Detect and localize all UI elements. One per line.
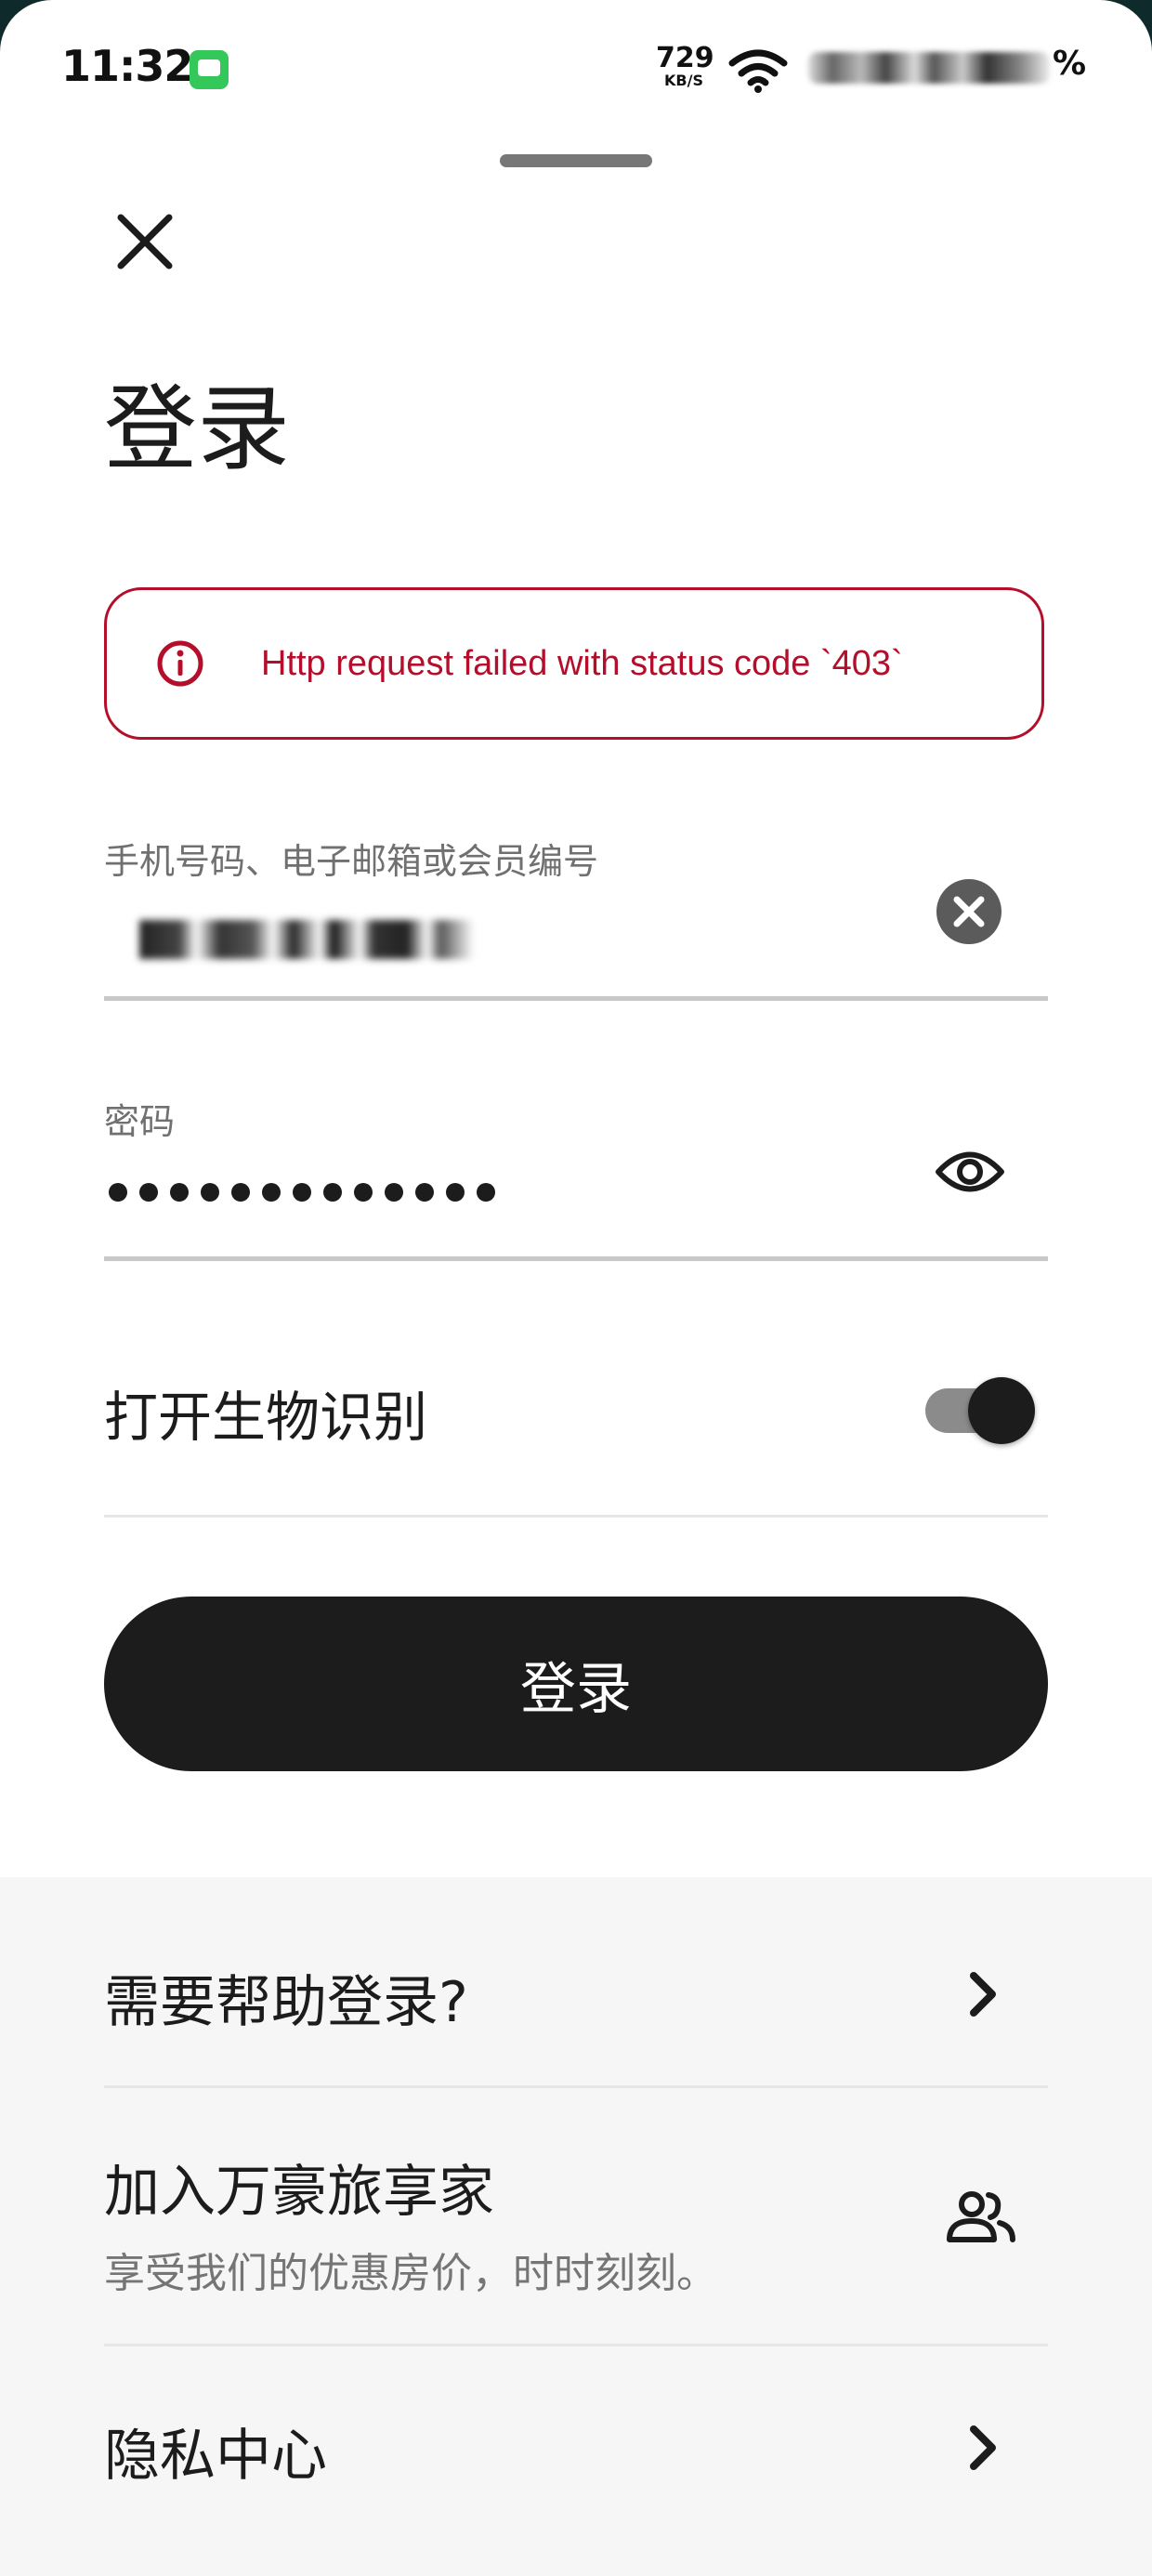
username-value-blurred[interactable] — [139, 920, 474, 959]
password-label: 密码 — [104, 1101, 176, 1142]
privacy-center-label: 隐私中心 — [104, 2424, 327, 2489]
eye-icon — [936, 1151, 1004, 1192]
wifi-icon — [728, 49, 788, 93]
battery-percent-sign: % — [1053, 45, 1087, 83]
status-time: 11:32 — [61, 41, 193, 91]
clear-icon — [936, 879, 1001, 944]
network-speed: 729 KB/S — [656, 42, 714, 89]
chevron-right-icon — [970, 1972, 996, 2017]
network-speed-value: 729 — [656, 42, 714, 74]
links-divider — [104, 2344, 1048, 2346]
close-icon — [117, 214, 173, 269]
username-underline — [104, 996, 1048, 1001]
chevron-right-icon — [970, 2425, 996, 2470]
page-title: 登录 — [104, 375, 290, 483]
clear-username-button[interactable] — [935, 877, 1003, 946]
username-label: 手机号码、电子邮箱或会员编号 — [104, 841, 599, 882]
join-bonvoy-subtitle: 享受我们的优惠房价，时时刻刻。 — [104, 2250, 717, 2297]
password-underline — [104, 1256, 1048, 1261]
status-bar: 11:32 729 KB/S % — [0, 0, 1152, 139]
biometric-toggle[interactable] — [925, 1377, 1039, 1448]
people-icon — [947, 2191, 1015, 2242]
links-divider — [104, 2085, 1048, 2088]
network-speed-unit: KB/S — [664, 72, 703, 89]
sheet-drag-handle[interactable] — [500, 154, 652, 167]
login-screen: 11:32 729 KB/S % 登录 Http request failed … — [0, 0, 1152, 2576]
error-message: Http request failed with status code `40… — [261, 644, 903, 683]
toggle-thumb — [968, 1377, 1035, 1444]
info-icon — [157, 640, 203, 687]
biometric-divider — [104, 1515, 1048, 1518]
biometric-label: 打开生物识别 — [104, 1386, 428, 1449]
password-input[interactable] — [108, 1167, 517, 1217]
login-button[interactable]: 登录 — [104, 1597, 1048, 1771]
messages-notification-icon — [190, 50, 229, 89]
help-login-label: 需要帮助登录? — [104, 1970, 468, 2035]
blurred-status-icons — [808, 52, 1050, 84]
join-bonvoy-label: 加入万豪旅享家 — [104, 2160, 494, 2225]
error-banner: Http request failed with status code `40… — [104, 587, 1044, 740]
toggle-password-visibility-button[interactable] — [933, 1139, 1007, 1204]
close-button[interactable] — [110, 206, 180, 277]
